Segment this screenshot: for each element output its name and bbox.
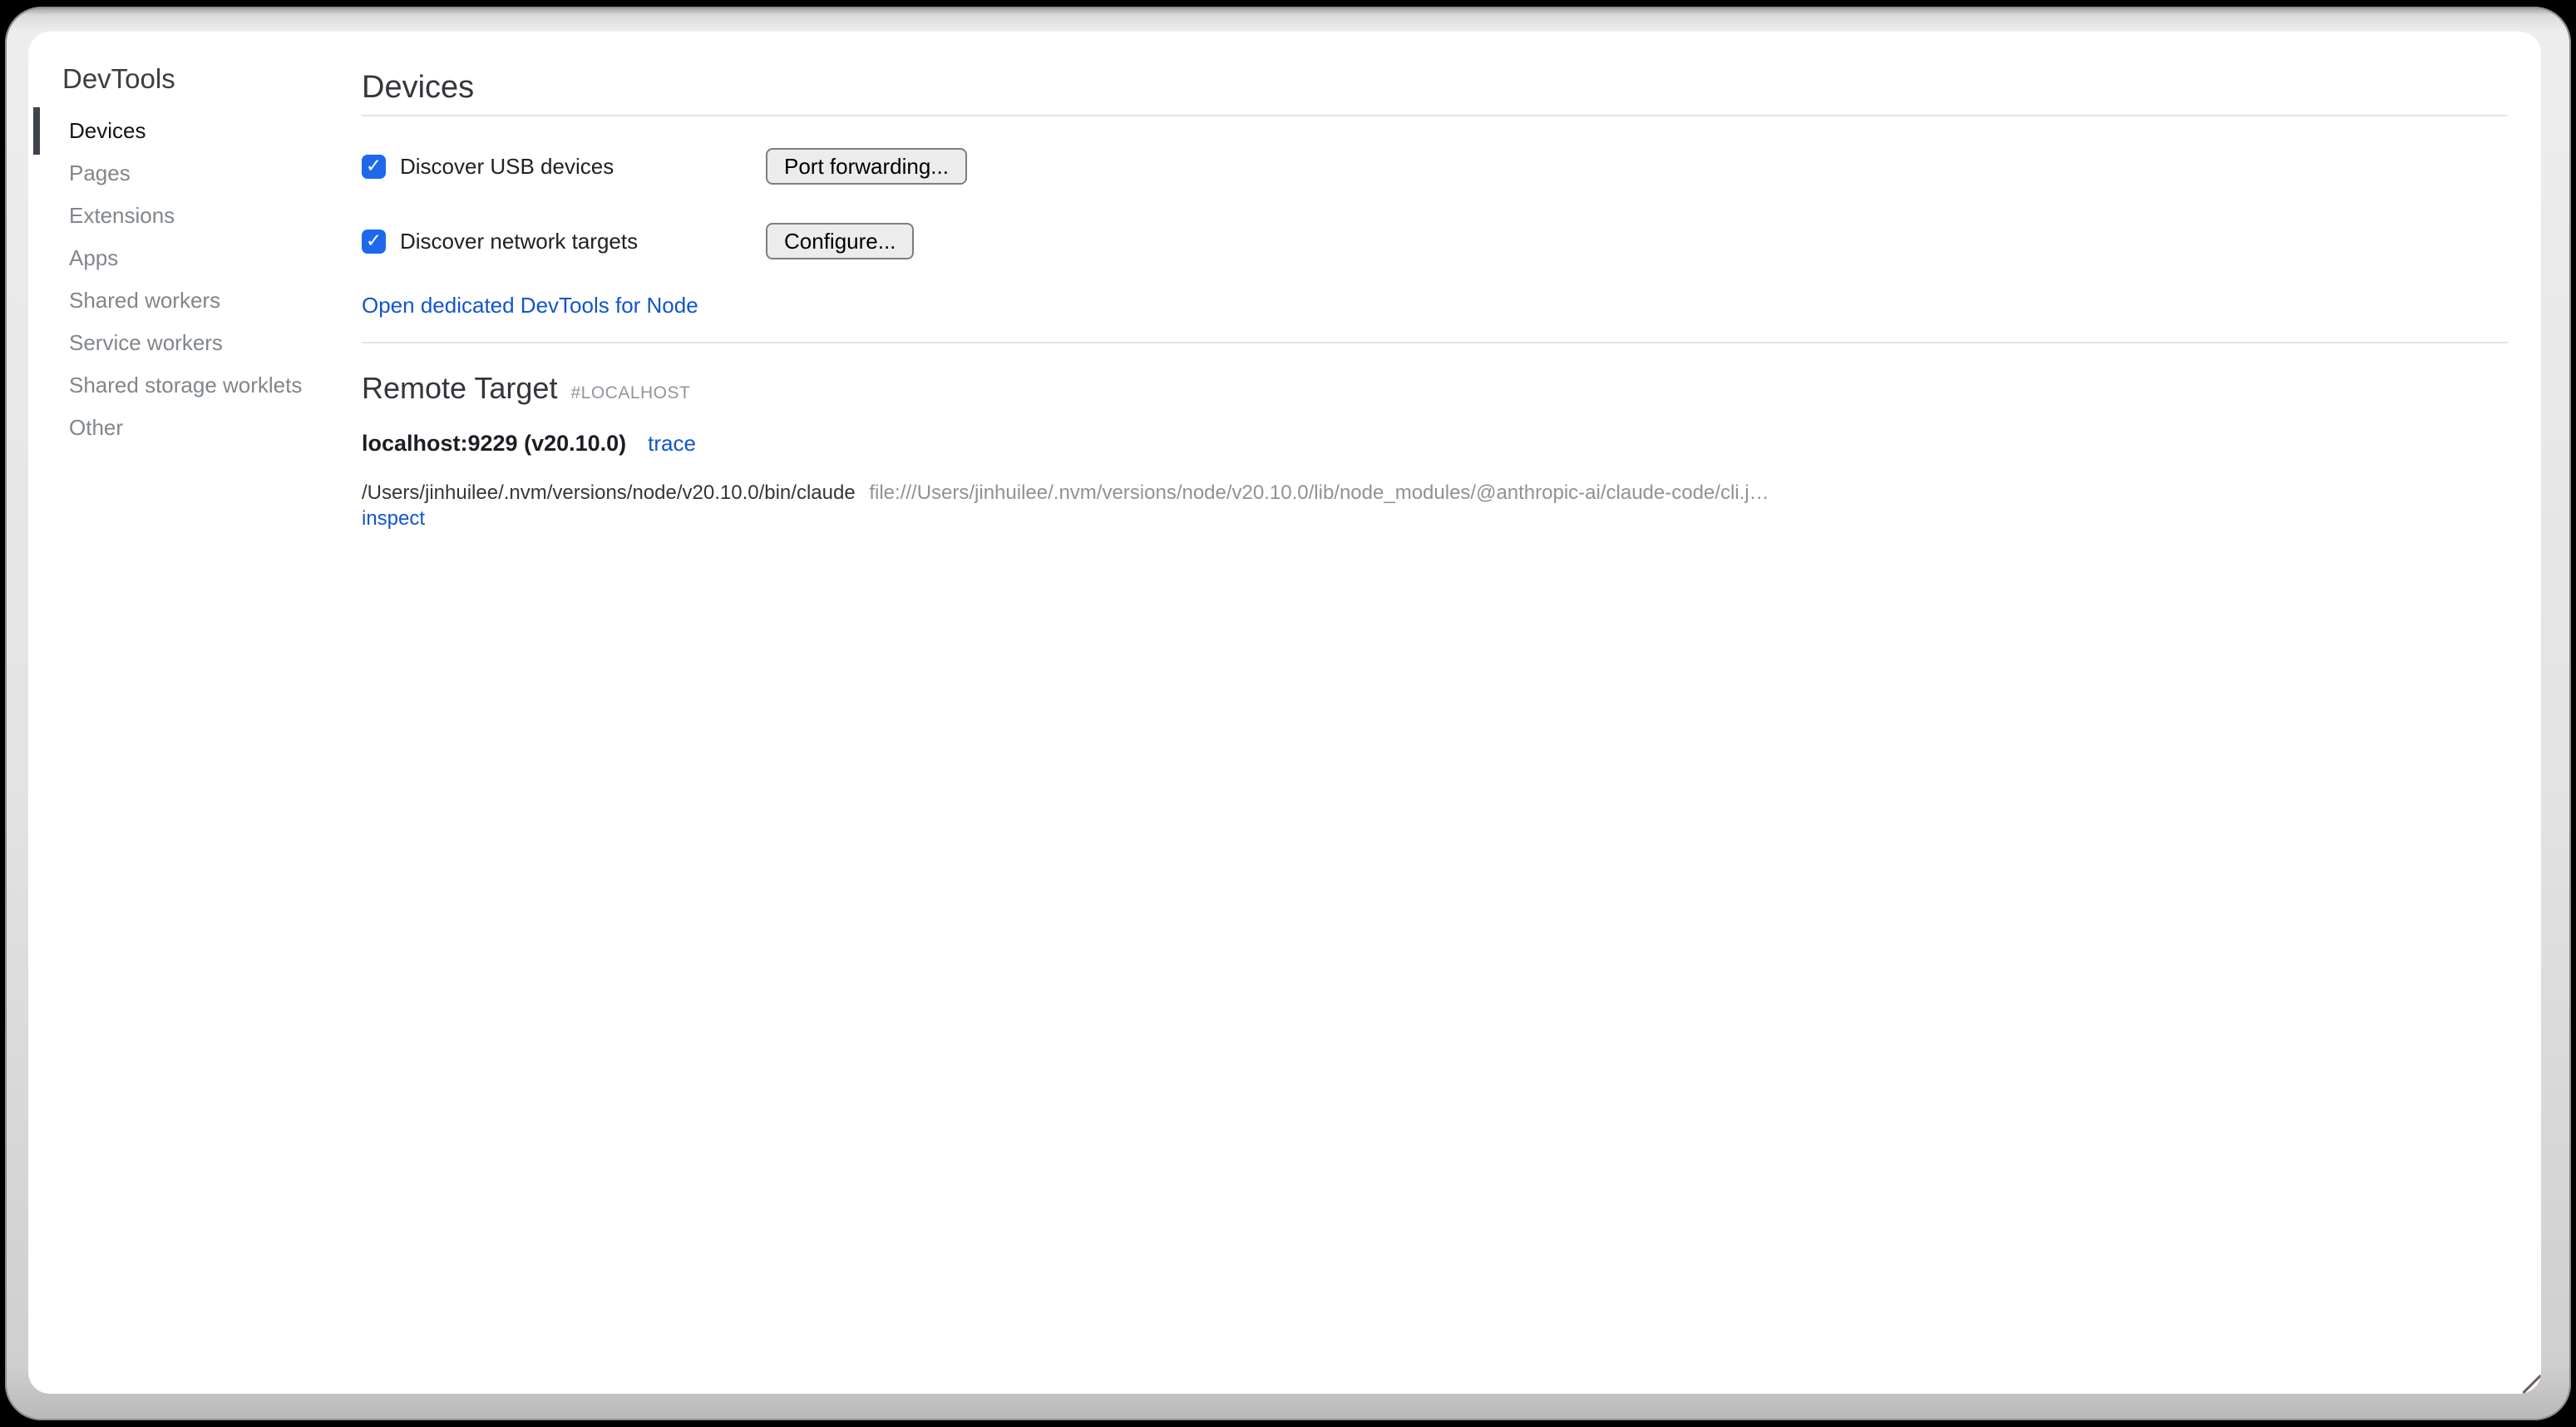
open-node-devtools-link[interactable]: Open dedicated DevTools for Node bbox=[362, 293, 698, 318]
sidebar-item-extensions[interactable]: Extensions bbox=[28, 195, 362, 237]
target-file-url: file:///Users/jinhuilee/.nvm/versions/no… bbox=[869, 481, 1769, 504]
sidebar-item-other[interactable]: Other bbox=[28, 407, 362, 449]
sidebar-item-devices[interactable]: Devices bbox=[28, 110, 362, 152]
check-icon: ✓ bbox=[366, 231, 382, 250]
sidebar-title: DevTools bbox=[62, 62, 362, 96]
discover-network-label: Discover network targets bbox=[400, 229, 638, 254]
divider bbox=[362, 115, 2508, 116]
page-title: Devices bbox=[362, 68, 2508, 106]
sidebar-item-shared-storage-worklets[interactable]: Shared storage worklets bbox=[28, 364, 362, 407]
target-binary-path: /Users/jinhuilee/.nvm/versions/node/v20.… bbox=[362, 481, 856, 504]
target-name-row: localhost:9229 (v20.10.0) trace bbox=[362, 430, 2508, 457]
divider bbox=[362, 342, 2508, 343]
target-path-line: /Users/jinhuilee/.nvm/versions/node/v20.… bbox=[362, 480, 2508, 506]
main-panel: Devices ✓ Discover USB devices Port forw… bbox=[362, 32, 2541, 1394]
discover-usb-row: ✓ Discover USB devices Port forwarding..… bbox=[362, 148, 2508, 185]
target-name: localhost:9229 (v20.10.0) bbox=[362, 430, 626, 457]
sidebar-item-label: Pages bbox=[69, 160, 131, 186]
sidebar: DevTools Devices Pages Extensions Apps S… bbox=[28, 32, 362, 1394]
sidebar-item-label: Shared workers bbox=[69, 288, 220, 314]
check-icon: ✓ bbox=[366, 156, 382, 175]
trace-link[interactable]: trace bbox=[648, 430, 696, 457]
discover-network-checkbox[interactable]: ✓ bbox=[362, 230, 386, 254]
sidebar-nav: Devices Pages Extensions Apps Shared wor… bbox=[28, 110, 362, 449]
sidebar-item-label: Apps bbox=[69, 245, 118, 271]
node-devtools-row: Open dedicated DevTools for Node bbox=[362, 293, 2508, 322]
sidebar-item-label: Service workers bbox=[69, 330, 223, 356]
sidebar-item-pages[interactable]: Pages bbox=[28, 152, 362, 195]
devtools-inspect-page: DevTools Devices Pages Extensions Apps S… bbox=[28, 32, 2541, 1394]
discover-network-row: ✓ Discover network targets Configure... bbox=[362, 223, 2508, 259]
discover-network-label-group: ✓ Discover network targets bbox=[362, 229, 766, 254]
sidebar-item-service-workers[interactable]: Service workers bbox=[28, 322, 362, 364]
remote-target-tag: #LOCALHOST bbox=[570, 383, 690, 403]
remote-target-title: Remote Target bbox=[362, 370, 557, 407]
discover-usb-label-group: ✓ Discover USB devices bbox=[362, 154, 766, 180]
sidebar-item-label: Devices bbox=[69, 118, 146, 144]
sidebar-item-label: Shared storage worklets bbox=[69, 373, 302, 398]
inspect-link[interactable]: inspect bbox=[362, 507, 425, 530]
sidebar-item-label: Extensions bbox=[69, 203, 175, 229]
app-window: DevTools Devices Pages Extensions Apps S… bbox=[5, 7, 2571, 1420]
discover-usb-checkbox[interactable]: ✓ bbox=[362, 155, 386, 179]
target-details: /Users/jinhuilee/.nvm/versions/node/v20.… bbox=[362, 480, 2508, 531]
sidebar-item-label: Other bbox=[69, 415, 123, 441]
configure-button[interactable]: Configure... bbox=[766, 223, 914, 259]
sidebar-item-apps[interactable]: Apps bbox=[28, 237, 362, 279]
port-forwarding-button[interactable]: Port forwarding... bbox=[766, 148, 967, 185]
sidebar-item-shared-workers[interactable]: Shared workers bbox=[28, 279, 362, 322]
discover-usb-label: Discover USB devices bbox=[400, 154, 614, 180]
selection-indicator bbox=[33, 107, 40, 155]
remote-target-header: Remote Target #LOCALHOST bbox=[362, 370, 2508, 407]
